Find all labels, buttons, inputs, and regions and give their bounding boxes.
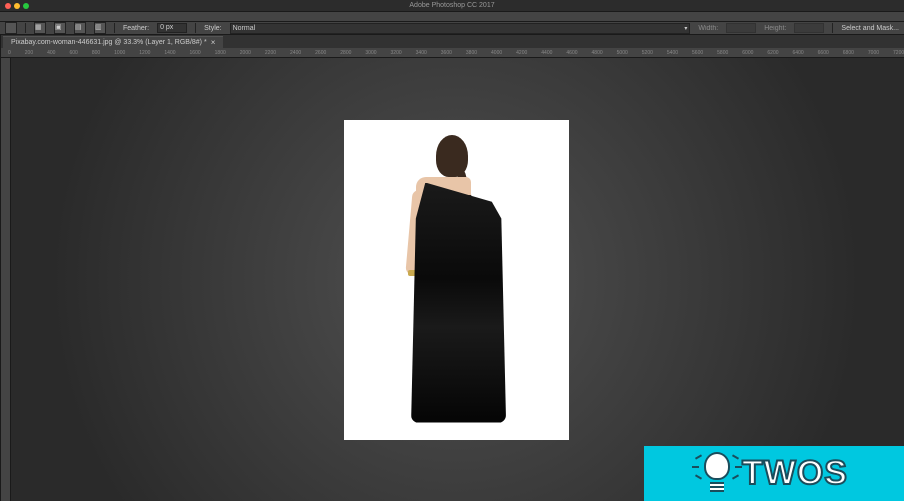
close-tab-icon[interactable]: × — [211, 38, 216, 47]
height-label: Height: — [764, 25, 786, 32]
options-bar: ▦ ▣ ▤ ▥ Feather: 0 px Style: Normal Widt… — [0, 22, 904, 35]
workspace: Pixabay.com-woman-446631.jpg @ 33.3% (La… — [1, 35, 904, 501]
watermark-text: TWOS — [742, 454, 848, 493]
document-tab-title: Pixabay.com-woman-446631.jpg @ 33.3% (La… — [11, 39, 207, 46]
width-input — [726, 23, 756, 33]
vertical-ruler[interactable] — [1, 58, 11, 501]
add-selection-icon[interactable]: ▣ — [54, 22, 66, 34]
select-and-mask-button[interactable]: Select and Mask... — [841, 25, 899, 32]
horizontal-ruler[interactable]: 0200400600800100012001400160018002000220… — [1, 48, 904, 58]
document-tab-bar: Pixabay.com-woman-446631.jpg @ 33.3% (La… — [1, 35, 904, 48]
feather-label: Feather: — [123, 25, 149, 32]
app-title: Adobe Photoshop CC 2017 — [409, 2, 494, 9]
style-select[interactable]: Normal — [230, 23, 691, 34]
document-tab[interactable]: Pixabay.com-woman-446631.jpg @ 33.3% (La… — [3, 36, 223, 48]
image-content — [381, 135, 531, 425]
close-window-button[interactable] — [5, 3, 11, 9]
canvas[interactable] — [344, 120, 569, 440]
tool-preset-icon[interactable] — [5, 22, 17, 34]
width-label: Width: — [698, 25, 718, 32]
watermark: TWOS — [644, 446, 904, 501]
title-bar: Adobe Photoshop CC 2017 — [0, 0, 904, 12]
intersect-selection-icon[interactable]: ▥ — [94, 22, 106, 34]
new-selection-icon[interactable]: ▦ — [34, 22, 46, 34]
lightbulb-icon — [700, 452, 734, 496]
canvas-area[interactable] — [1, 58, 904, 501]
style-label: Style: — [204, 25, 222, 32]
maximize-window-button[interactable] — [23, 3, 29, 9]
feather-input[interactable]: 0 px — [157, 23, 187, 33]
height-input — [794, 23, 824, 33]
window-controls — [5, 3, 29, 9]
menu-bar[interactable] — [0, 12, 904, 22]
minimize-window-button[interactable] — [14, 3, 20, 9]
subtract-selection-icon[interactable]: ▤ — [74, 22, 86, 34]
